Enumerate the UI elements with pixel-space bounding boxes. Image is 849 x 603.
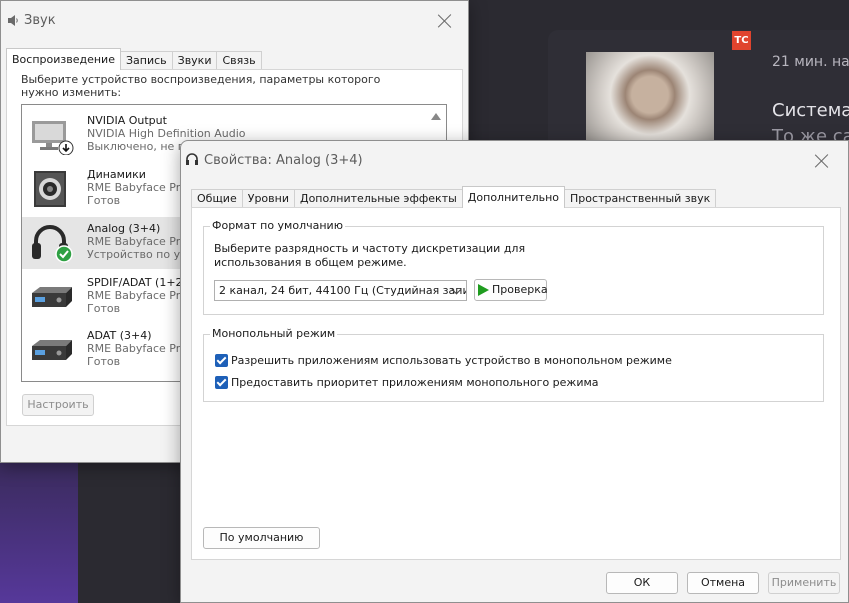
tab-levels[interactable]: Уровни [241,189,295,208]
digital-device-icon [32,340,72,360]
default-format-group: Формат по умолчанию Выберите разрядность… [203,219,824,315]
device-name: ADAT (3+4) [87,329,152,342]
properties-window: Свойства: Analog (3+4) Общие Уровни Допо… [180,140,849,603]
format-select-value: 2 канал, 24 бит, 44100 Гц (Студийная зап… [219,284,467,297]
tab-recording[interactable]: Запись [119,51,173,70]
allow-exclusive-label[interactable]: Разрешить приложениям использовать устро… [231,354,672,367]
exclusive-mode-group: Монопольный режим Разрешить приложениям … [203,327,824,402]
sound-close-icon[interactable] [438,14,452,28]
sound-tabs: Воспроизведение Запись Звуки Связь [6,48,262,70]
tab-spatial-sound[interactable]: Пространственный звук [564,189,717,208]
chat-badge: TC [732,31,751,50]
device-driver: RME Babyface Pro [87,289,187,302]
chat-time: 21 мин. на [772,54,849,70]
device-status: Готов [87,302,121,315]
sound-description: Выберите устройство воспроизведения, пар… [21,73,381,99]
format-select[interactable]: 2 канал, 24 бит, 44100 Гц (Студийная зап… [214,280,467,301]
cancel-button[interactable]: Отмена [687,572,759,594]
default-format-desc-line2: использования в общем режиме. [214,256,407,269]
desktop-background [0,460,78,603]
device-driver: RME Babyface Pro [87,342,187,355]
monitor-icon [32,121,74,155]
sound-titlebar[interactable]: Звук [1,1,468,41]
device-driver: NVIDIA High Definition Audio [87,127,246,140]
props-close-icon[interactable] [815,154,829,168]
device-status: Устройство по ум [87,248,189,261]
device-name: SPDIF/ADAT (1+2) [87,276,187,289]
device-name: Динамики [87,168,146,181]
tab-communications[interactable]: Связь [216,51,262,70]
device-name: Analog (3+4) [87,222,161,235]
props-titlebar[interactable]: Свойства: Analog (3+4) [181,141,848,181]
device-status: Готов [87,194,121,207]
digital-device-icon [32,287,72,307]
test-button-label: Проверка [492,283,548,296]
props-window-title: Свойства: Analog (3+4) [204,153,363,168]
allow-exclusive-checkbox[interactable] [215,354,228,367]
speaker-app-icon [8,15,18,26]
test-button[interactable]: Проверка [474,279,548,301]
tab-enhancements[interactable]: Дополнительные эффекты [293,189,463,208]
device-driver: RME Babyface Pro [87,235,187,248]
ok-button[interactable]: ОК [606,572,678,594]
device-driver: RME Babyface Pro [87,181,187,194]
sound-window-title: Звук [24,13,56,28]
device-name: NVIDIA Output [87,114,167,127]
device-status: Выключено, не по [87,140,192,153]
chat-message-line1: Система [772,100,849,121]
configure-button[interactable]: Настроить [22,394,94,416]
exclusive-mode-label: Монопольный режим [210,327,338,340]
headphones-icon [32,225,73,263]
scroll-up-icon[interactable] [431,113,441,120]
headphones-app-icon [186,153,198,165]
props-tabs: Общие Уровни Дополнительные эффекты Допо… [191,186,717,208]
tab-advanced[interactable]: Дополнительно [461,186,566,208]
default-format-desc-line1: Выберите разрядность и частоту дискретиз… [214,242,526,255]
play-icon [478,284,489,296]
tab-playback[interactable]: Воспроизведение [6,48,121,70]
apply-button[interactable]: Применить [768,572,840,594]
restore-defaults-button[interactable]: По умолчанию [203,527,320,549]
speaker-icon [34,171,66,207]
tab-sounds[interactable]: Звуки [171,51,218,70]
exclusive-priority-label[interactable]: Предоставить приоритет приложениям моноп… [231,376,599,389]
exclusive-priority-checkbox[interactable] [215,376,228,389]
tab-general[interactable]: Общие [191,189,243,208]
device-status: Готов [87,355,121,368]
default-format-label: Формат по умолчанию [210,219,345,232]
chat-avatar [586,52,714,147]
